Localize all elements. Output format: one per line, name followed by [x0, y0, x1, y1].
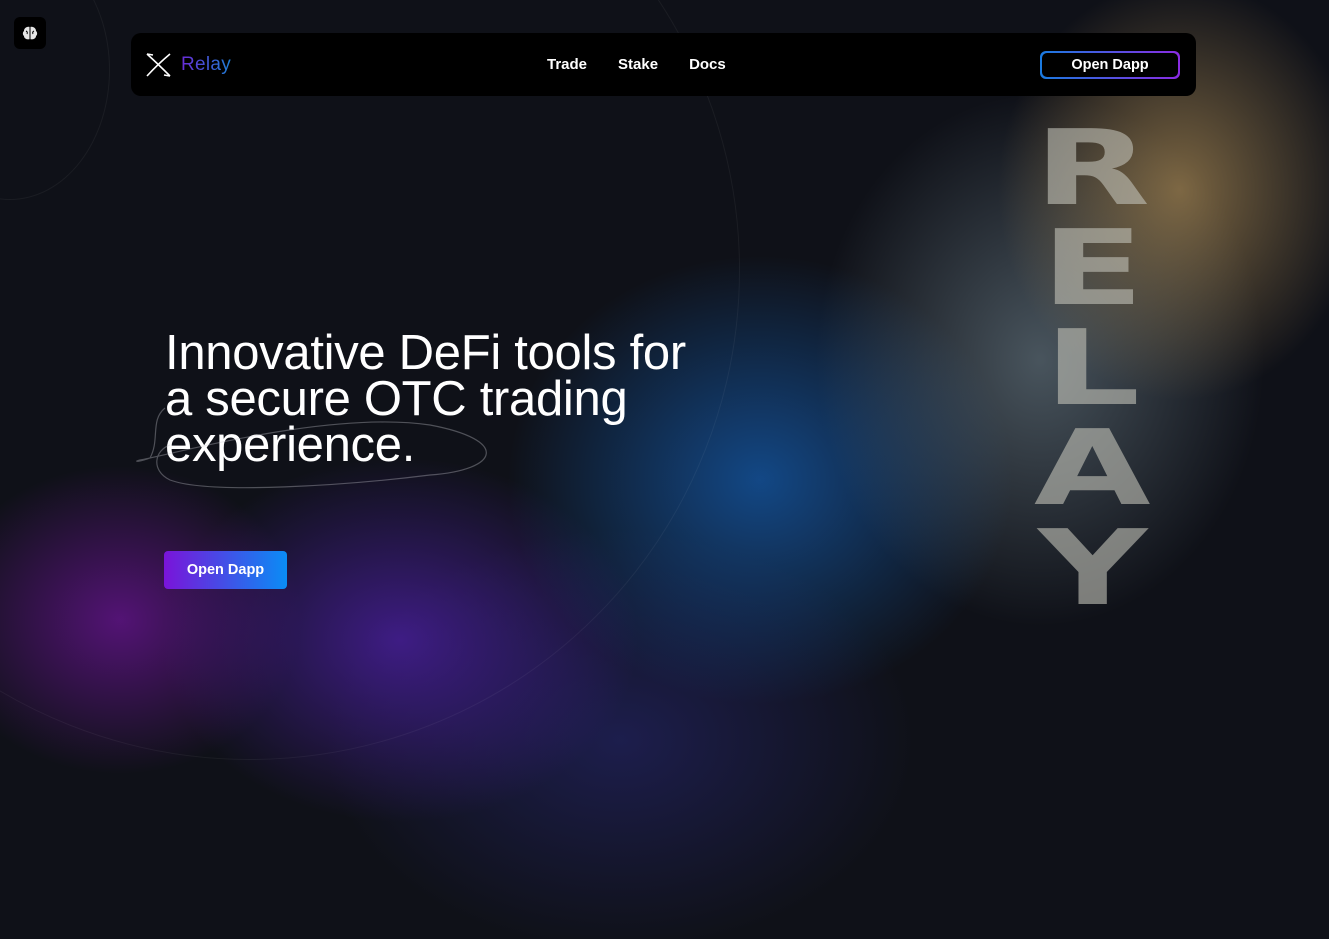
nav-link-docs[interactable]: Docs	[689, 56, 726, 73]
brain-icon-button[interactable]	[14, 17, 46, 49]
wordmark-letter: E	[1040, 207, 1145, 329]
brain-icon	[22, 26, 38, 40]
nav-open-dapp-button[interactable]: Open Dapp	[1040, 51, 1180, 79]
brand-name: Relay	[181, 53, 232, 75]
nav-link-stake[interactable]: Stake	[618, 56, 658, 73]
hero-title: Innovative DeFi tools for a secure OTC t…	[165, 326, 805, 472]
relay-x-logo-icon	[146, 53, 171, 77]
hero-title-line: a secure OTC trading	[165, 372, 628, 426]
nav-links: Trade Stake Docs	[547, 33, 726, 96]
top-navbar: Relay Trade Stake Docs Open Dapp	[131, 33, 1196, 96]
hero-title-line: experience.	[165, 418, 416, 472]
nav-open-dapp-label: Open Dapp	[1042, 53, 1178, 77]
brand-home-link[interactable]: Relay	[145, 33, 231, 96]
vertical-relay-wordmark: R E L A Y	[1020, 107, 1165, 629]
wordmark-letter: R	[1034, 107, 1151, 229]
wordmark-letter: Y	[1037, 507, 1148, 629]
wordmark-letter: A	[1034, 407, 1151, 529]
hero-title-line: Innovative DeFi tools for	[165, 326, 686, 380]
hero-open-dapp-button[interactable]: Open Dapp	[164, 551, 287, 589]
wordmark-letter: L	[1044, 307, 1141, 429]
nav-link-trade[interactable]: Trade	[547, 56, 587, 73]
landing-page: Relay Trade Stake Docs Open Dapp Innovat…	[0, 0, 1329, 939]
